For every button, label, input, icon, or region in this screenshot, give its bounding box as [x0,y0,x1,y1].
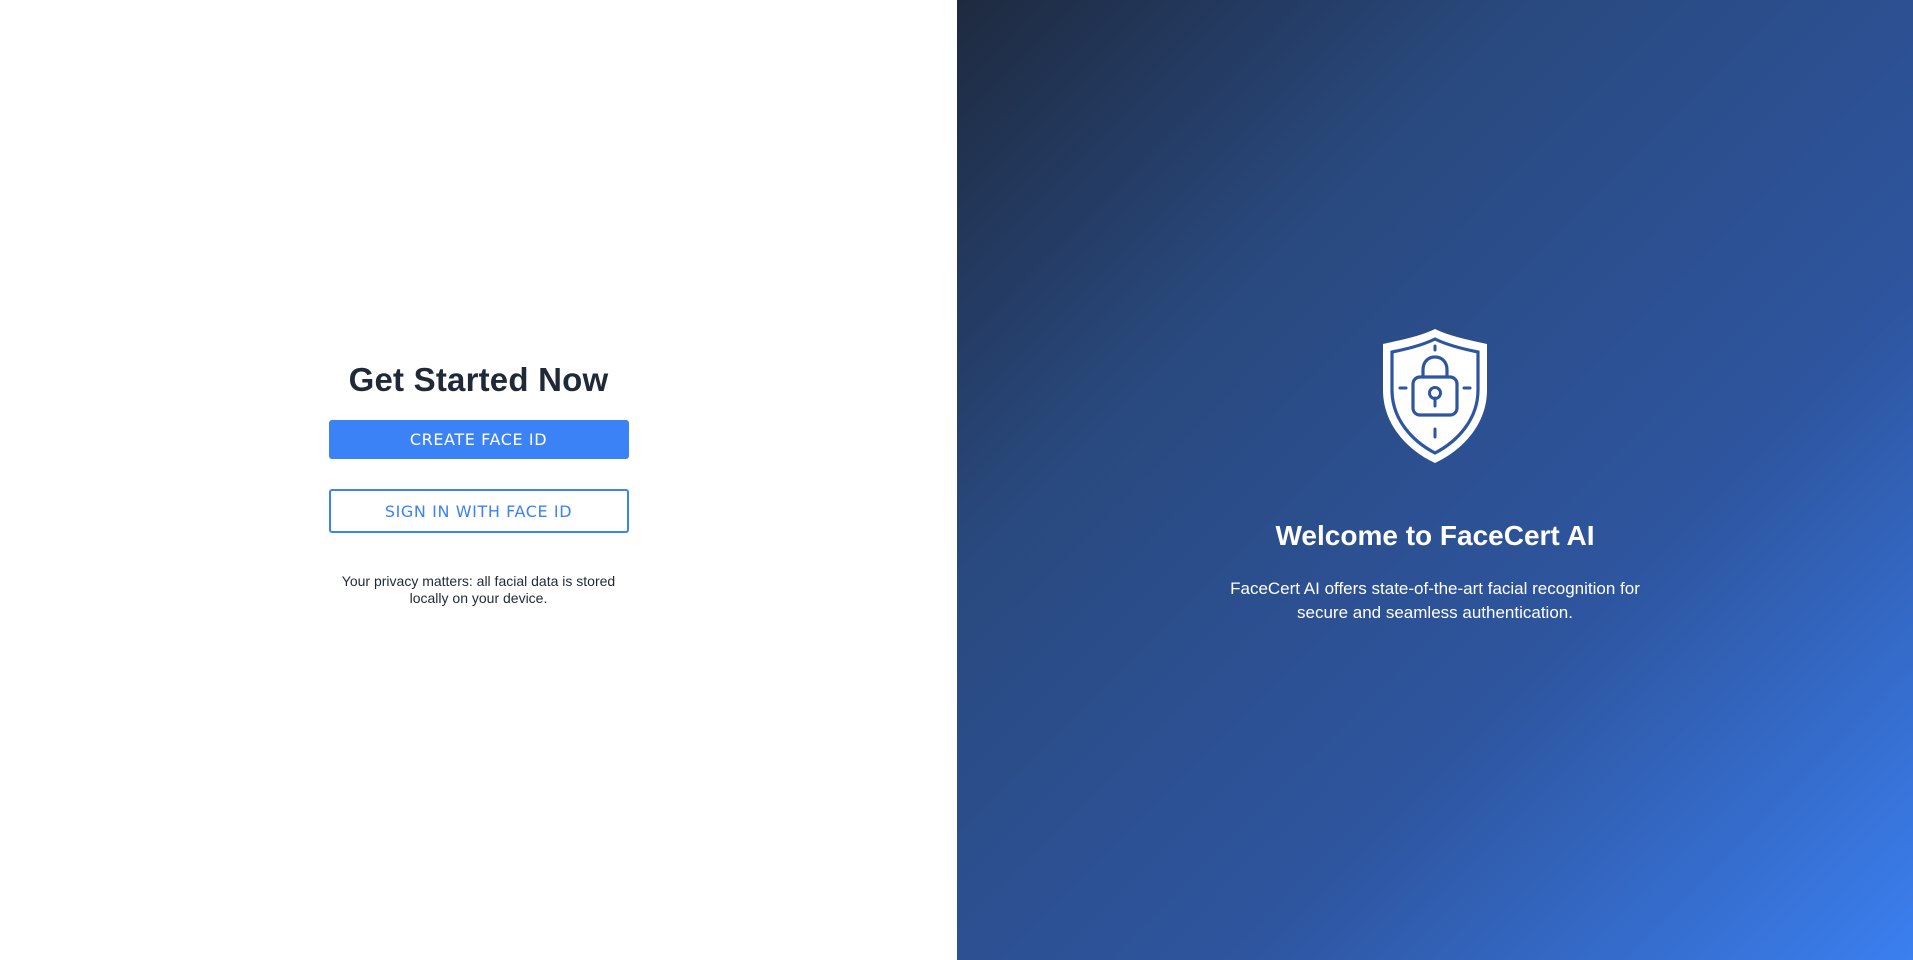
page: Get Started Now CREATE FACE ID SIGN IN W… [0,0,1913,960]
welcome-description: FaceCert AI offers state-of-the-art faci… [1230,579,1640,622]
welcome-heading: Welcome to FaceCert AI [1275,520,1595,551]
sign-in-face-id-button[interactable]: SIGN IN WITH FACE ID [328,489,629,533]
get-started-panel: Get Started Now CREATE FACE ID SIGN IN W… [0,0,957,960]
privacy-note: Your privacy matters: all facial data is… [341,573,616,606]
page-title: Get Started Now [348,361,609,398]
create-face-id-button[interactable]: CREATE FACE ID [328,420,629,459]
welcome-panel: Welcome to FaceCert AI FaceCert AI offer… [957,0,1913,960]
shield-lock-icon [1377,326,1493,471]
